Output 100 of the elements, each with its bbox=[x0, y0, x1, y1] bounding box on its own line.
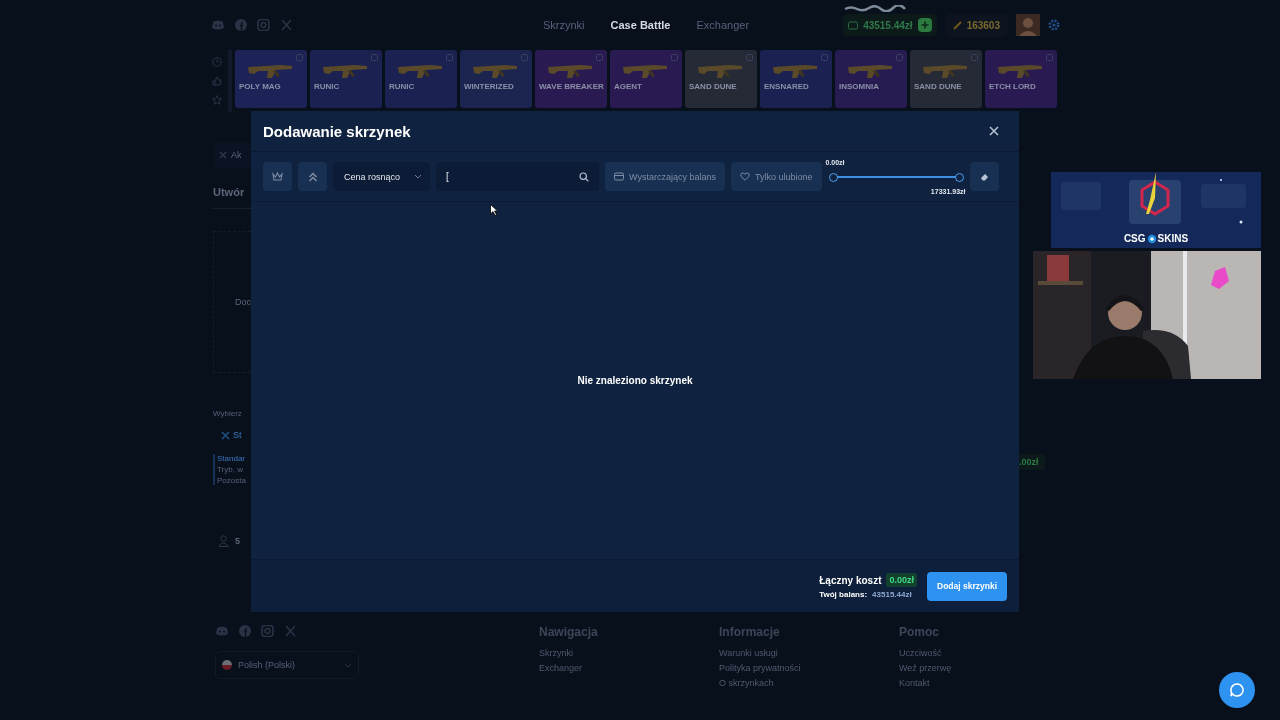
search-field[interactable]: [ bbox=[436, 162, 599, 191]
drop-card[interactable]: RUNIC bbox=[385, 50, 457, 108]
add-cases-button[interactable]: Dodaj skrzynki bbox=[927, 571, 1007, 601]
brand-name: CSG bbox=[1123, 233, 1146, 244]
sort-direction-button[interactable] bbox=[298, 162, 327, 191]
star-icon[interactable] bbox=[212, 95, 222, 106]
balance-pill[interactable]: 43515.44zł bbox=[843, 14, 937, 36]
footer-heading: Pomoc bbox=[899, 625, 940, 639]
modal-title: Dodawanie skrzynek bbox=[263, 122, 411, 140]
drop-card[interactable]: WINTERIZED bbox=[460, 50, 532, 108]
brand-name: SKINS bbox=[1157, 233, 1189, 244]
instagram-icon[interactable] bbox=[257, 19, 270, 31]
chevron-down-icon bbox=[414, 174, 422, 179]
filter-button[interactable]: Tylko ulubione bbox=[730, 162, 822, 191]
drop-name: RUNIC bbox=[314, 82, 340, 91]
tab-label: Ak bbox=[231, 150, 242, 160]
footer-link[interactable]: Skrzynki bbox=[539, 648, 619, 658]
instagram-icon[interactable] bbox=[261, 625, 274, 637]
drop-name: INSOMNIA bbox=[839, 82, 879, 91]
tab[interactable]: Ak bbox=[215, 142, 251, 168]
drop-name: WAVE BREAKER bbox=[539, 82, 604, 91]
nav-link[interactable]: Skrzynki bbox=[543, 19, 585, 31]
chat-button[interactable] bbox=[1219, 672, 1255, 708]
drop-name: SAND DUNE bbox=[914, 82, 962, 91]
drop-card[interactable]: SAND DUNE bbox=[910, 50, 982, 108]
drop-card[interactable]: SAND DUNE bbox=[685, 50, 757, 108]
drop-card[interactable]: POLY MAG bbox=[235, 50, 307, 108]
eraser-icon bbox=[979, 172, 989, 181]
sort-dropdown[interactable]: Cena rosnąco bbox=[333, 162, 430, 191]
footer-link[interactable]: Weź przerwę bbox=[899, 663, 979, 673]
avatar-icon[interactable] bbox=[1016, 14, 1040, 36]
slider-handle[interactable] bbox=[954, 172, 964, 182]
user-count: 5 bbox=[235, 536, 240, 546]
footer-link[interactable]: Exchanger bbox=[539, 663, 619, 673]
total-label: Łączny koszt bbox=[819, 574, 882, 586]
drop-card[interactable]: INSOMNIA bbox=[835, 50, 907, 108]
footer-link[interactable]: O skrzynkach bbox=[719, 678, 799, 688]
balance-value: 43515.44zł bbox=[872, 590, 912, 599]
clock-icon[interactable] bbox=[212, 56, 222, 67]
crown-icon bbox=[272, 172, 283, 181]
drop-name: POLY MAG bbox=[239, 82, 281, 91]
balance-label: Twój balans: bbox=[819, 590, 868, 599]
drop-name: SAND DUNE bbox=[689, 82, 737, 91]
mode-title: Standar bbox=[217, 454, 247, 463]
thumbs-up-icon[interactable] bbox=[212, 76, 222, 86]
drop-card[interactable]: ETCH LORD bbox=[985, 50, 1057, 108]
mode-label: Wybierz bbox=[213, 409, 243, 418]
total-cost: 0.00zł bbox=[886, 573, 917, 587]
clear-filters-button[interactable] bbox=[969, 162, 999, 191]
nav-link[interactable]: Exchanger bbox=[696, 19, 750, 31]
drop-name: WINTERIZED bbox=[464, 82, 514, 91]
wallet-icon bbox=[614, 172, 624, 181]
heart-icon bbox=[739, 172, 750, 181]
redaction-scribble bbox=[843, 5, 908, 12]
plus-icon bbox=[920, 21, 929, 29]
total-amount: .00zł bbox=[1019, 454, 1045, 470]
mode-name: St bbox=[233, 430, 242, 440]
language-select[interactable]: Polish (Polski) bbox=[215, 651, 359, 679]
deposit-button[interactable] bbox=[917, 18, 932, 32]
drop-name: RUNIC bbox=[389, 82, 415, 91]
discord-icon[interactable] bbox=[211, 19, 224, 31]
close-icon[interactable] bbox=[989, 126, 999, 136]
filter-button[interactable]: Wystarczający balans bbox=[605, 162, 725, 191]
drop-card[interactable]: AGENT bbox=[610, 50, 682, 108]
footer-heading: Nawigacja bbox=[539, 625, 599, 639]
facebook-icon[interactable] bbox=[234, 19, 247, 31]
footer-link[interactable]: Uczciwość bbox=[899, 648, 979, 658]
pencil-icon bbox=[952, 20, 962, 30]
nav-link[interactable]: Case Battle bbox=[610, 19, 671, 31]
drop-card[interactable]: RUNIC bbox=[310, 50, 382, 108]
wallet-icon bbox=[848, 20, 859, 30]
footer-link[interactable]: Polityka prywatności bbox=[719, 663, 799, 673]
user-icon bbox=[218, 535, 229, 547]
crown-button[interactable] bbox=[263, 162, 292, 191]
mode-option[interactable]: St bbox=[213, 430, 251, 440]
points-amount: 163603 bbox=[966, 19, 1000, 31]
mode-description: Pozosta bbox=[217, 476, 247, 485]
chevron-down-icon bbox=[344, 662, 352, 668]
drop-card[interactable]: ENSNARED bbox=[760, 50, 832, 108]
drop-name: ENSNARED bbox=[764, 82, 809, 91]
discord-icon[interactable] bbox=[215, 625, 228, 637]
mouse-cursor-icon bbox=[490, 204, 498, 216]
settings-icon[interactable] bbox=[1048, 19, 1060, 31]
facebook-icon[interactable] bbox=[238, 625, 251, 637]
footer-link[interactable]: Kontakt bbox=[899, 678, 979, 688]
slider-handle[interactable] bbox=[828, 172, 838, 182]
points-pill[interactable]: 163603 bbox=[944, 13, 1008, 37]
x-logo-icon[interactable] bbox=[284, 625, 297, 637]
x-logo-icon[interactable] bbox=[280, 19, 293, 31]
crossed-swords-icon bbox=[221, 430, 230, 440]
dropzone-label: Doc bbox=[235, 297, 251, 307]
drop-card[interactable]: WAVE BREAKER bbox=[535, 50, 607, 108]
footer-heading: Informacje bbox=[719, 625, 781, 639]
double-chevron-up-icon bbox=[307, 171, 318, 182]
drop-name: AGENT bbox=[614, 82, 642, 91]
footer-link[interactable]: Warunki usługi bbox=[719, 648, 799, 658]
target-icon bbox=[1146, 233, 1157, 244]
crossed-swords-icon bbox=[219, 151, 227, 159]
flag-icon bbox=[222, 660, 232, 670]
balance-amount: 43515.44zł bbox=[863, 19, 913, 31]
